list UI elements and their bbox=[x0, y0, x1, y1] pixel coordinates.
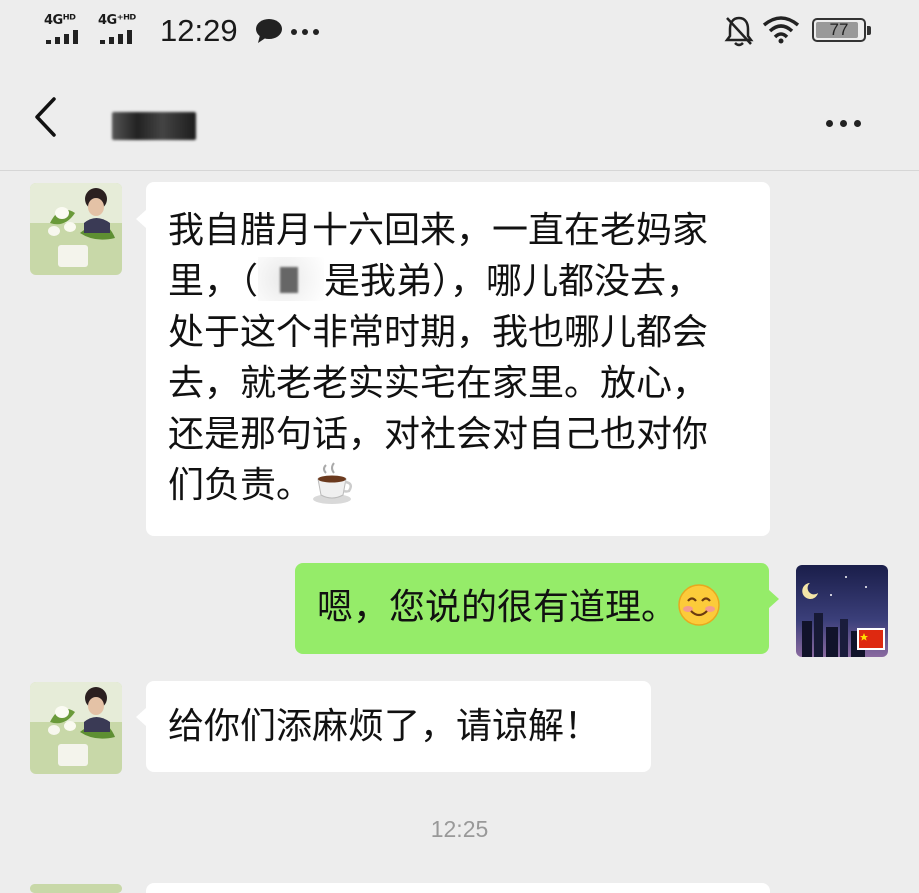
message-text: 里，（ bbox=[168, 261, 259, 302]
message-text: 是我弟），哪儿都没去， bbox=[324, 261, 703, 302]
signal-label-2: 4G⁺ᴴᴰ bbox=[98, 13, 136, 28]
mute-bell-icon bbox=[724, 16, 754, 47]
my-avatar-image bbox=[796, 565, 888, 657]
contact-avatar-image bbox=[30, 183, 122, 275]
signal-indicator-1: 4Gᴴᴰ bbox=[44, 13, 78, 44]
battery-icon: 77 bbox=[812, 18, 871, 42]
signal-label-1: 4Gᴴᴰ bbox=[44, 13, 76, 28]
chevron-left-icon[interactable] bbox=[30, 96, 60, 138]
message-bubble-incoming[interactable] bbox=[146, 883, 770, 893]
smile-icon bbox=[678, 584, 720, 626]
status-time: 12:29 bbox=[160, 13, 238, 48]
message-line: 里，（ 是我弟），哪儿都没去， bbox=[168, 256, 748, 307]
avatar[interactable] bbox=[30, 682, 122, 774]
status-bar: 4Gᴴᴰ 4G⁺ᴴᴰ 12:29 77 bbox=[0, 0, 919, 64]
battery-level: 77 bbox=[829, 20, 849, 39]
message-bubble-outgoing[interactable]: 嗯，您说的很有道理。 bbox=[295, 563, 769, 654]
contact-avatar-image bbox=[30, 682, 122, 774]
signal-indicator-2: 4G⁺ᴴᴰ bbox=[98, 13, 136, 44]
more-dots-icon[interactable] bbox=[826, 112, 868, 131]
chat-bubble-icon bbox=[256, 19, 282, 43]
avatar[interactable] bbox=[30, 183, 122, 275]
message-text: 嗯，您说的很有道理。 bbox=[317, 587, 678, 628]
message-line: 给你们添麻烦了，请谅解！ bbox=[168, 706, 601, 747]
message-line: 还是那句话，对社会对自己也对你 bbox=[168, 414, 709, 455]
message-line: 嗯，您说的很有道理。 bbox=[317, 582, 747, 633]
message-text: 们负责。 bbox=[168, 465, 313, 506]
avatar[interactable] bbox=[30, 884, 122, 893]
chat-header bbox=[0, 64, 919, 171]
message-line: 我自腊月十六回来，一直在老妈家 bbox=[168, 210, 709, 251]
more-notifications-icon bbox=[291, 29, 319, 35]
avatar[interactable] bbox=[796, 565, 888, 657]
message-line: 去，就老老实实宅在家里。放心， bbox=[168, 363, 709, 404]
message-line: 处于这个非常时期，我也哪儿都会 bbox=[168, 312, 709, 353]
message-timestamp: 12:25 bbox=[430, 816, 489, 842]
redacted-name bbox=[258, 257, 325, 301]
chat-title-redacted bbox=[112, 112, 196, 140]
message-bubble-incoming[interactable]: 我自腊月十六回来，一直在老妈家 里，（ 是我弟），哪儿都没去， 处于这个非常时期，… bbox=[146, 182, 770, 536]
signal-bars-icon bbox=[100, 30, 140, 44]
message-line: 们负责。 bbox=[168, 460, 748, 511]
wifi-icon bbox=[762, 16, 800, 44]
message-bubble-incoming[interactable]: 给你们添麻烦了，请谅解！ bbox=[146, 681, 651, 772]
signal-bars-icon bbox=[46, 30, 86, 44]
coffee-icon bbox=[313, 462, 353, 504]
